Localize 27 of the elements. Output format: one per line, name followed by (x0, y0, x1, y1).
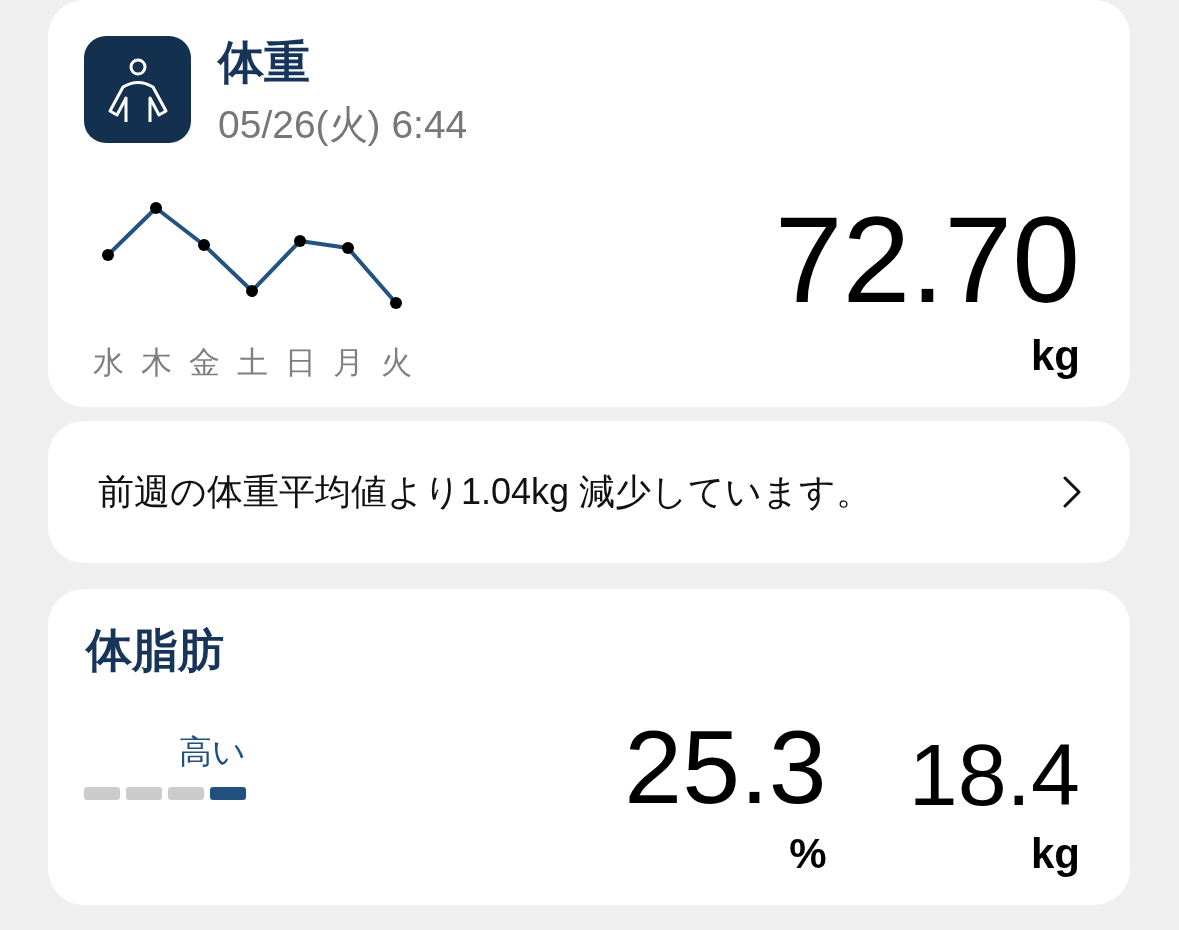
day-label: 水 (91, 345, 125, 381)
person-icon (84, 36, 191, 143)
day-label: 月 (331, 345, 365, 381)
chart-point (150, 202, 162, 214)
reading-value: 25.3 (624, 715, 827, 819)
day-label: 木 (139, 345, 173, 381)
day-label: 火 (379, 345, 413, 381)
chart-point (198, 239, 210, 251)
rating-label: 高い (179, 732, 246, 772)
body-fat-title: 体脂肪 (86, 625, 224, 675)
weight-value: 72.70 (774, 199, 1080, 321)
timestamp: 05/26(火) 6:44 (218, 103, 468, 147)
reading-value: 18.4 (908, 731, 1080, 819)
unit-label: kg (1031, 335, 1080, 377)
chart-point (342, 242, 354, 254)
weight-summary-row[interactable]: 前週の体重平均値より1.04kg 減少しています。 (48, 421, 1130, 563)
day-label: 金 (187, 345, 221, 381)
chart-point (390, 297, 402, 309)
day-label: 土 (235, 345, 269, 381)
unit-label: % (789, 833, 827, 875)
chart-point (294, 235, 306, 247)
chevron-right-icon (1062, 476, 1082, 508)
chart-point (102, 249, 114, 261)
unit-label: kg (1031, 833, 1080, 875)
chart-point (246, 285, 258, 297)
weight-title: 体重 (218, 37, 310, 87)
day-label: 日 (283, 345, 317, 381)
